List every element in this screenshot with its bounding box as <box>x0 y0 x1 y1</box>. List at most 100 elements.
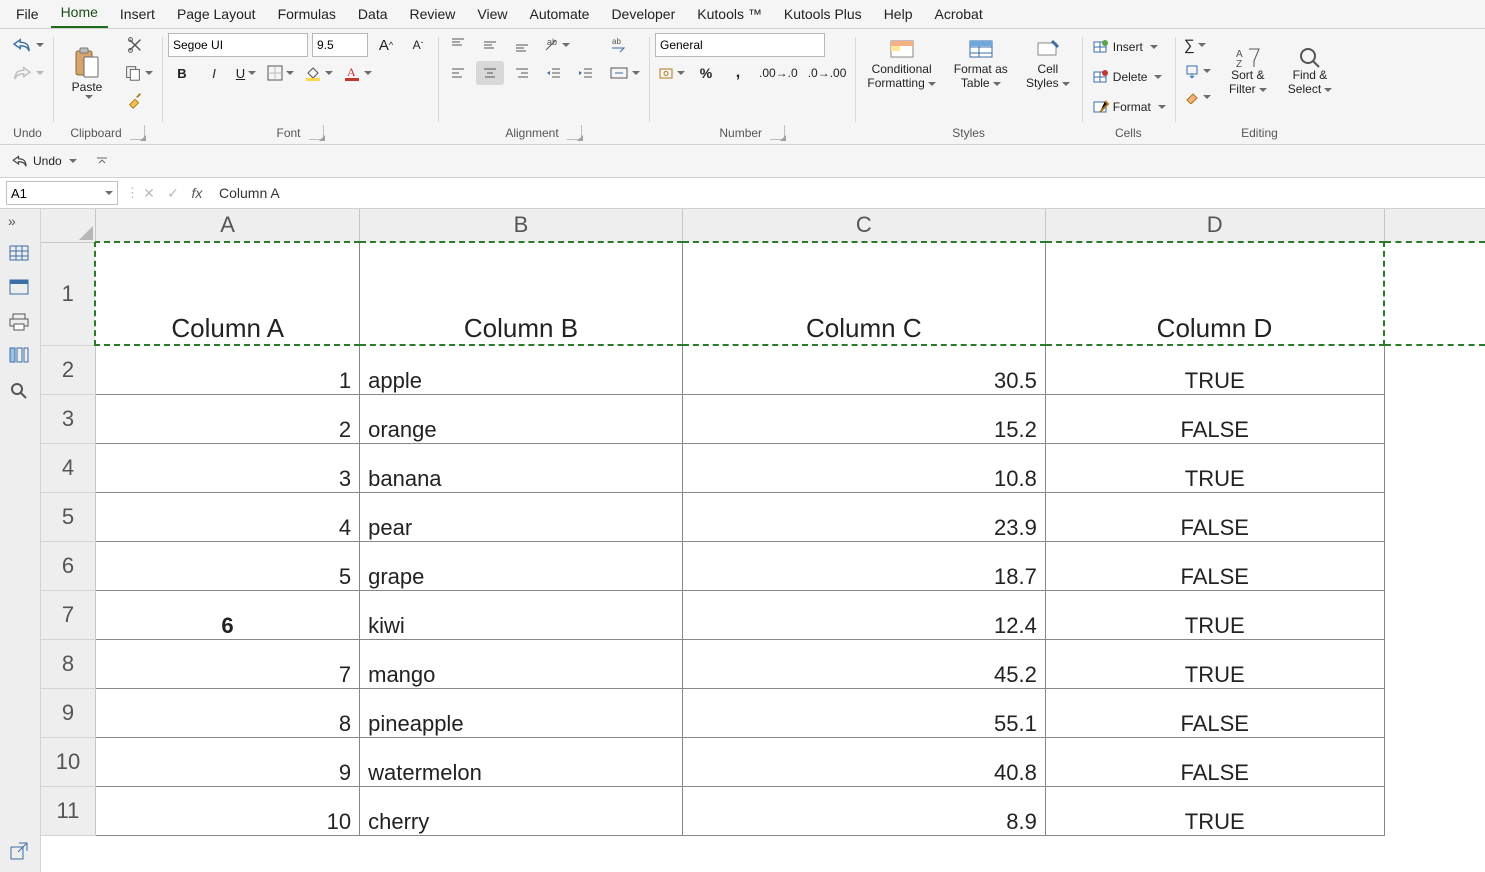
tab-page-layout[interactable]: Page Layout <box>167 2 266 28</box>
tab-developer[interactable]: Developer <box>601 2 685 28</box>
cell-D7[interactable]: TRUE <box>1045 590 1384 639</box>
panel-columns-icon[interactable] <box>9 347 31 369</box>
accounting-format-button[interactable] <box>655 61 688 85</box>
cell-E2[interactable] <box>1384 345 1485 394</box>
decrease-indent-button[interactable] <box>540 61 568 85</box>
qat-customize-button[interactable] <box>88 149 116 173</box>
tab-kutools-plus[interactable]: Kutools Plus <box>774 2 872 28</box>
cell-A9[interactable]: 8 <box>95 688 359 737</box>
align-middle-button[interactable] <box>476 33 504 57</box>
align-top-button[interactable] <box>444 33 472 57</box>
panel-search-icon[interactable] <box>9 381 31 403</box>
font-name-select[interactable] <box>168 33 308 57</box>
align-center-button[interactable] <box>476 61 504 85</box>
cell-D6[interactable]: FALSE <box>1045 541 1384 590</box>
cell-A5[interactable]: 4 <box>95 492 359 541</box>
cell-B4[interactable]: banana <box>360 443 683 492</box>
cell-C10[interactable]: 40.8 <box>682 737 1045 786</box>
cell-D11[interactable]: TRUE <box>1045 786 1384 835</box>
cell-D5[interactable]: FALSE <box>1045 492 1384 541</box>
tab-view[interactable]: View <box>467 2 517 28</box>
col-header-A[interactable]: A <box>95 209 359 242</box>
worksheet-grid[interactable]: A B C D 1 Column A Column B Column C Col… <box>41 209 1485 872</box>
expand-panel-icon[interactable]: » <box>8 213 16 229</box>
name-box-input[interactable] <box>7 186 105 201</box>
wrap-text-button[interactable]: ab <box>606 33 634 57</box>
decrease-decimal-button[interactable]: .0→.00 <box>805 61 850 85</box>
dialog-launcher-icon[interactable] <box>130 125 145 140</box>
cell-B7[interactable]: kiwi <box>360 590 683 639</box>
comma-style-button[interactable]: , <box>724 61 752 85</box>
cell-B1[interactable]: Column B <box>360 242 683 345</box>
cell-B10[interactable]: watermelon <box>360 737 683 786</box>
chevron-down-icon[interactable] <box>105 191 113 195</box>
cell-D2[interactable]: TRUE <box>1045 345 1384 394</box>
font-color-button[interactable]: A <box>340 61 375 85</box>
underline-button[interactable]: U <box>232 61 260 85</box>
cell-C3[interactable]: 15.2 <box>682 394 1045 443</box>
cell-A1[interactable]: Column A <box>95 242 359 345</box>
cut-button[interactable] <box>121 33 149 57</box>
cell-A6[interactable]: 5 <box>95 541 359 590</box>
dialog-launcher-icon[interactable] <box>567 125 582 140</box>
cell-E5[interactable] <box>1384 492 1485 541</box>
qat-undo-button[interactable]: Undo <box>8 149 80 173</box>
panel-popout-icon[interactable] <box>9 841 31 863</box>
tab-formulas[interactable]: Formulas <box>268 2 346 28</box>
cell-C2[interactable]: 30.5 <box>682 345 1045 394</box>
fx-icon[interactable]: fx <box>187 183 207 203</box>
format-painter-button[interactable] <box>121 89 149 113</box>
cell-B5[interactable]: pear <box>360 492 683 541</box>
cancel-formula-icon[interactable]: ✕ <box>139 183 159 203</box>
row-header-11[interactable]: 11 <box>41 786 95 835</box>
panel-grid-icon[interactable] <box>9 245 31 267</box>
clear-button[interactable] <box>1181 85 1214 109</box>
row-header-10[interactable]: 10 <box>41 737 95 786</box>
decrease-font-button[interactable]: Aˇ <box>404 33 432 57</box>
row-header-1[interactable]: 1 <box>41 242 95 345</box>
cell-D8[interactable]: TRUE <box>1045 639 1384 688</box>
percent-button[interactable]: % <box>692 61 720 85</box>
col-header-empty[interactable] <box>1384 209 1485 242</box>
dialog-launcher-icon[interactable] <box>770 125 785 140</box>
row-header-8[interactable]: 8 <box>41 639 95 688</box>
cell-B3[interactable]: orange <box>360 394 683 443</box>
tab-data[interactable]: Data <box>348 2 398 28</box>
enter-formula-icon[interactable]: ✓ <box>163 183 183 203</box>
cell-B8[interactable]: mango <box>360 639 683 688</box>
orientation-button[interactable]: ab <box>540 33 573 57</box>
cell-C9[interactable]: 55.1 <box>682 688 1045 737</box>
undo-button[interactable] <box>8 33 47 57</box>
tab-help[interactable]: Help <box>874 2 923 28</box>
sort-filter-button[interactable]: AZ Sort & Filter <box>1220 41 1276 101</box>
cell-B9[interactable]: pineapple <box>360 688 683 737</box>
col-header-D[interactable]: D <box>1045 209 1384 242</box>
row-header-9[interactable]: 9 <box>41 688 95 737</box>
tab-kutools[interactable]: Kutools ™ <box>687 2 772 28</box>
borders-button[interactable] <box>264 61 297 85</box>
cell-D10[interactable]: FALSE <box>1045 737 1384 786</box>
paste-button[interactable]: Paste <box>59 43 115 103</box>
font-size-select[interactable] <box>312 33 368 57</box>
cell-C6[interactable]: 18.7 <box>682 541 1045 590</box>
find-select-button[interactable]: Find & Select <box>1282 41 1338 101</box>
cell-E8[interactable] <box>1384 639 1485 688</box>
cell-B6[interactable]: grape <box>360 541 683 590</box>
col-header-C[interactable]: C <box>682 209 1045 242</box>
copy-button[interactable] <box>121 61 156 85</box>
cell-C4[interactable]: 10.8 <box>682 443 1045 492</box>
cell-C11[interactable]: 8.9 <box>682 786 1045 835</box>
name-box[interactable] <box>6 181 118 205</box>
bold-button[interactable]: B <box>168 61 196 85</box>
cell-E4[interactable] <box>1384 443 1485 492</box>
number-format-select[interactable] <box>655 33 825 57</box>
cell-A11[interactable]: 10 <box>95 786 359 835</box>
row-header-3[interactable]: 3 <box>41 394 95 443</box>
cell-C7[interactable]: 12.4 <box>682 590 1045 639</box>
redo-button[interactable] <box>8 61 47 85</box>
cell-A8[interactable]: 7 <box>95 639 359 688</box>
format-cells-button[interactable]: Format <box>1088 93 1169 121</box>
cell-E6[interactable] <box>1384 541 1485 590</box>
delete-cells-button[interactable]: Delete <box>1088 63 1166 91</box>
formula-input[interactable] <box>217 184 1485 202</box>
